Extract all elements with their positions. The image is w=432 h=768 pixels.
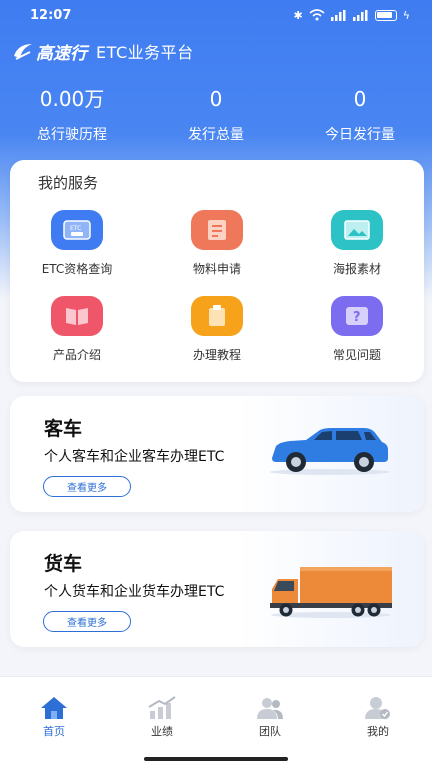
logo-text: 高速行 [36,43,87,64]
card-subtitle: 个人货车和企业货车办理ETC [44,584,225,600]
service-faq[interactable]: ? 常见问题 [297,296,417,363]
suv-illustration [270,428,390,475]
stat-value: 0.00万 [39,87,105,111]
tab-profile[interactable]: 我的 [324,677,432,768]
stat-value: 0 [209,87,223,111]
home-icon [41,697,67,719]
clipboard-icon [191,296,243,336]
stat-total-mileage: 0.00万 总行驶历程 [0,84,144,144]
image-icon [331,210,383,250]
svg-text:ETC: ETC [70,225,81,232]
bottom-tab-bar: 首页 业绩 团队 我的 [0,676,432,768]
chart-icon [148,696,176,719]
tab-team[interactable]: 团队 [216,677,324,768]
etc-card-icon: ETC [51,210,103,250]
document-icon [191,210,243,250]
view-more-button[interactable]: 查看更多 [43,611,131,632]
service-label: 海报素材 [332,262,381,276]
service-label: ETC资格查询 [41,262,113,276]
tab-home[interactable]: 首页 [0,677,108,768]
service-label: 产品介绍 [52,348,101,362]
passenger-car-card[interactable]: 客车 个人客车和企业客车办理ETC 查看更多 [10,396,424,512]
logo-mark-icon [14,44,32,60]
team-icon [257,698,283,719]
stat-label: 今日发行量 [325,127,395,143]
stats-row: 0.00万 总行驶历程 0 发行总量 0 今日发行量 [0,84,432,144]
page-title: ETC业务平台 [96,43,194,62]
charging-icon: ϟ [402,8,410,22]
service-material-request[interactable]: 物料申请 [157,210,277,277]
tab-label: 业绩 [151,725,173,738]
service-tutorial[interactable]: 办理教程 [157,296,277,363]
stat-label: 发行总量 [188,127,244,143]
svg-text:?: ? [353,310,361,325]
tab-label: 首页 [43,725,65,738]
bluetooth-icon: ✱ [293,8,303,22]
service-product-intro[interactable]: 产品介绍 [17,296,137,363]
app-header: 高速行 ETC业务平台 [12,36,194,66]
tab-performance[interactable]: 业绩 [108,677,216,768]
truck-card[interactable]: 货车 个人货车和企业货车办理ETC 查看更多 [10,531,424,647]
signal-icon [330,9,346,21]
stat-value: 0 [353,87,367,111]
service-label: 办理教程 [192,348,241,362]
home-indicator [144,757,288,761]
my-services-card: 我的服务 ETC ETC资格查询 物料申请 海报素材 产品介绍 办理教程 ? 常… [10,160,424,382]
stat-total-issued: 0 发行总量 [144,84,288,144]
view-more-button[interactable]: 查看更多 [43,476,131,497]
section-title: 我的服务 [38,174,99,192]
card-title: 客车 [44,418,83,440]
stat-label: 总行驶历程 [37,127,107,143]
battery-icon [374,9,397,21]
tab-label: 团队 [259,725,281,738]
wifi-icon [309,9,325,21]
truck-illustration [270,567,392,618]
signal-icon-2 [352,9,368,21]
profile-icon [365,697,390,719]
app-logo: 高速行 [12,39,96,64]
tab-label: 我的 [367,725,389,738]
card-title: 货车 [44,553,83,575]
status-bar: 12:07 ✱ ϟ [0,0,432,30]
book-icon [51,296,103,336]
status-icons: ✱ ϟ [294,9,410,22]
service-label: 常见问题 [332,348,381,362]
card-subtitle: 个人客车和企业客车办理ETC [44,449,225,465]
status-time: 12:07 [30,7,72,23]
service-poster-materials[interactable]: 海报素材 [297,210,417,277]
question-icon: ? [331,296,383,336]
service-etc-qualification[interactable]: ETC ETC资格查询 [17,210,137,277]
stat-today-issued: 0 今日发行量 [288,84,432,144]
service-label: 物料申请 [192,262,241,276]
